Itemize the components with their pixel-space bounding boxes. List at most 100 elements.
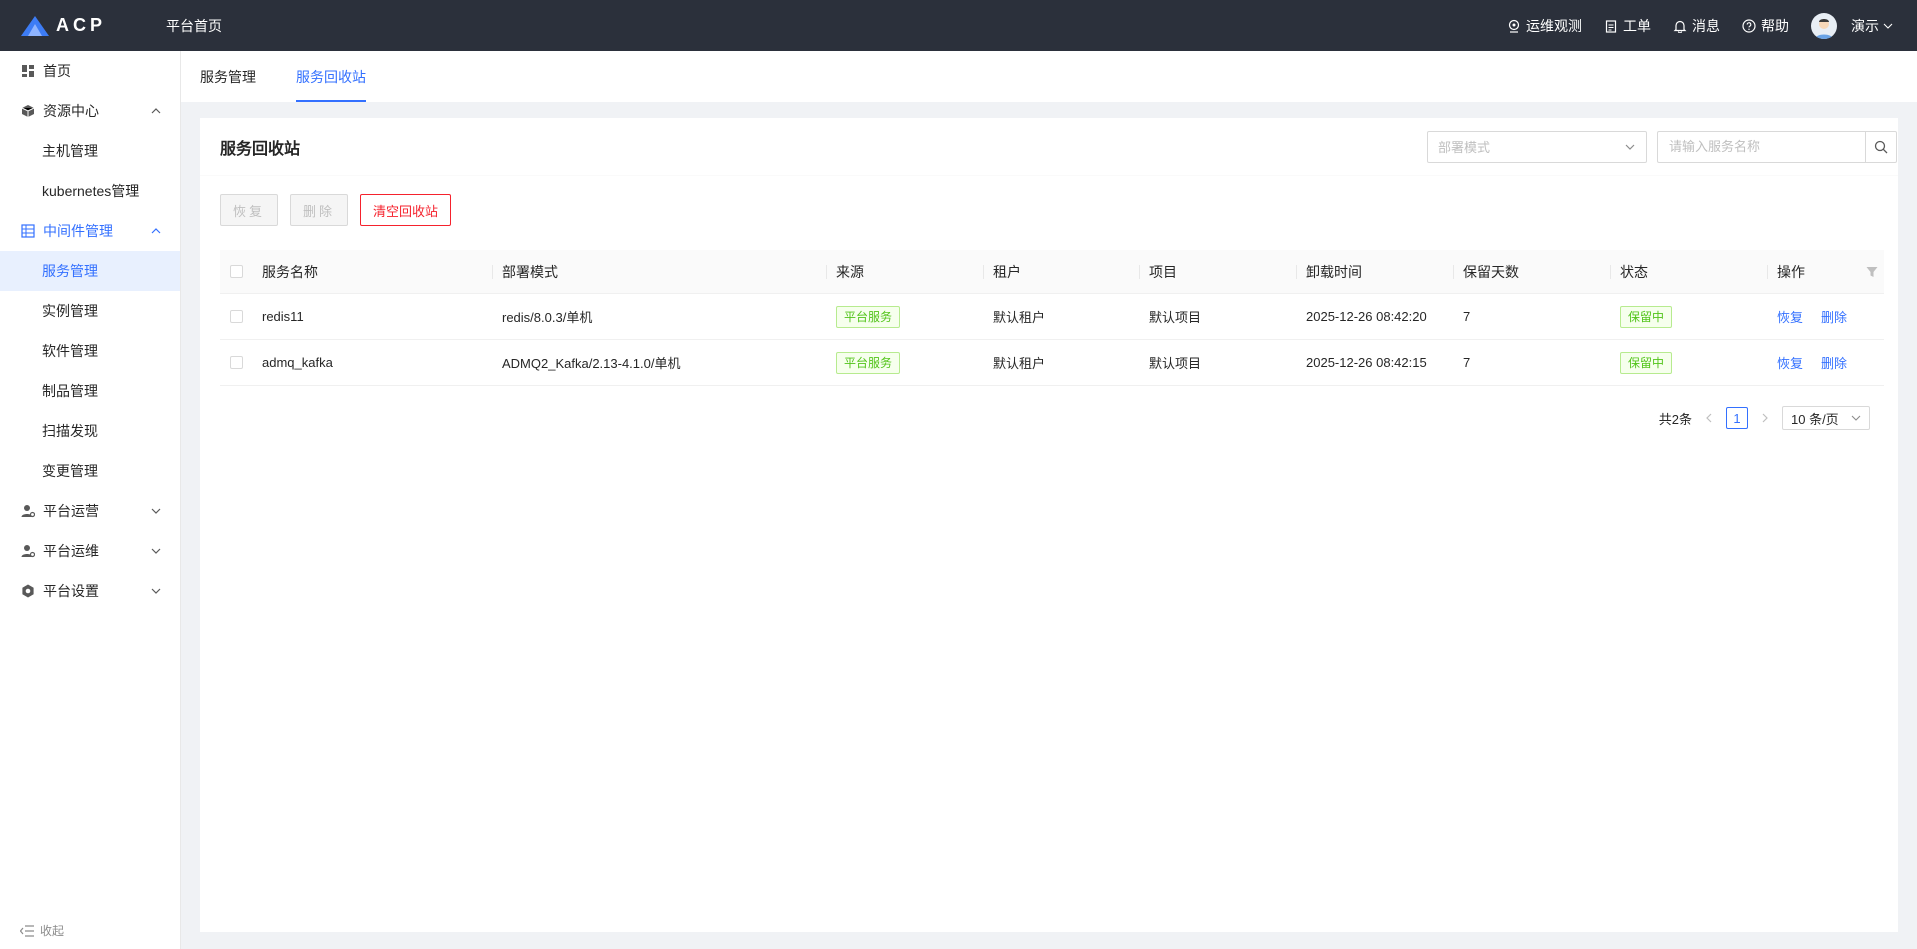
sidebar-item-platform-operation[interactable]: 平台运营 [0,491,180,531]
prev-page-button[interactable] [1702,411,1716,426]
sidebar-item-label: 实例管理 [42,303,98,319]
deploy-mode-select[interactable]: 部署模式 [1427,130,1647,163]
row-restore-link[interactable]: 恢复 [1777,307,1803,326]
sidebar-item-label: 平台设置 [43,583,99,599]
sidebar-item-middleware[interactable]: 中间件管理 [0,211,180,251]
avatar [1811,12,1837,39]
settings-icon [21,584,35,598]
deploy-mode-placeholder: 部署模式 [1438,140,1491,155]
row-restore-link[interactable]: 恢复 [1777,353,1803,372]
cell-uninstall-time: 2025-12-26 08:42:15 [1306,355,1427,370]
sidebar-item-artifact-management[interactable]: 制品管理 [0,371,180,411]
status-badge: 保留中 [1620,351,1673,374]
sidebar-item-change-management[interactable]: 变更管理 [0,451,180,491]
col-header-project: 项目 [1139,262,1296,282]
search-icon [1874,140,1888,153]
collapse-label: 收起 [40,924,65,938]
select-all-checkbox[interactable] [230,265,243,278]
next-page-button[interactable] [1758,411,1772,426]
table-row: admq_kafka ADMQ2_Kafka/2.13-4.1.0/单机 平台服… [220,340,1884,386]
cell-project: 默认项目 [1149,356,1202,371]
page-size-label: 10 条/页 [1791,411,1839,427]
collapse-icon [20,924,34,937]
top-navbar: ACP 平台首页 运维观测 工单 消息 帮助 演示 [0,0,1917,51]
search-button[interactable] [1865,130,1897,163]
col-header-name: 服务名称 [262,263,318,280]
chevron-up-icon [151,108,161,114]
chevron-down-icon [1851,415,1861,421]
tab-service-recycle-bin[interactable]: 服务回收站 [296,51,366,102]
delete-button[interactable]: 删除 [290,194,349,226]
page-size-select[interactable]: 10 条/页 [1782,406,1870,430]
sidebar-item-label: 制品管理 [42,383,98,399]
sidebar-item-kubernetes-management[interactable]: kubernetes管理 [0,171,180,211]
cell-mode: ADMQ2_Kafka/2.13-4.1.0/单机 [502,356,681,371]
sidebar-item-platform-settings[interactable]: 平台设置 [0,571,180,611]
sidebar-item-label: 服务管理 [42,263,98,279]
tab-service-management[interactable]: 服务管理 [200,51,256,102]
sidebar-item-home[interactable]: 首页 [0,51,180,91]
cell-name: redis11 [262,309,304,324]
sidebar-item-software-management[interactable]: 软件管理 [0,331,180,371]
row-checkbox[interactable] [230,310,243,323]
recycle-bin-table: 服务名称 部署模式 来源 租户 项目 卸载时间 保留天数 状态 操作 redis… [220,250,1884,430]
chevron-down-icon [1625,144,1635,150]
page-tabs: 服务管理 服务回收站 [181,51,1917,102]
page-number[interactable]: 1 [1726,407,1748,429]
chevron-down-icon [1883,23,1893,29]
topbar-ops-observe-label: 运维观测 [1526,17,1582,34]
restore-button[interactable]: 恢复 [220,194,279,226]
recycle-bin-card: 服务回收站 部署模式 恢复 删除 清空回收站 服务名称 部署模式 来源 租户 [200,118,1898,932]
topbar-workorder-label: 工单 [1623,17,1651,34]
cube-icon [21,104,35,118]
logo[interactable]: ACP [20,14,166,38]
cell-keep-days: 7 [1463,355,1471,370]
sidebar-collapse-button[interactable]: 收起 [20,922,64,939]
logo-mark-icon [21,15,49,36]
dashboard-icon [21,64,35,78]
sidebar-item-label: 扫描发现 [42,423,98,439]
filter-icon[interactable] [1866,266,1878,278]
service-search [1657,130,1897,163]
platform-home-link[interactable]: 平台首页 [166,16,222,36]
user-gear-icon [21,504,35,518]
clipboard-icon [1605,19,1617,33]
chevron-left-icon [1706,413,1712,422]
cell-tenant: 默认租户 [993,310,1046,325]
topbar-help-label: 帮助 [1761,17,1789,34]
sidebar-item-platform-maintenance[interactable]: 平台运维 [0,531,180,571]
sidebar-item-host-management[interactable]: 主机管理 [0,131,180,171]
sidebar-item-label: 中间件管理 [43,223,113,239]
chevron-down-icon [151,588,161,594]
table-header: 服务名称 部署模式 来源 租户 项目 卸载时间 保留天数 状态 操作 [220,250,1884,294]
sidebar-item-label: 变更管理 [42,463,98,479]
sidebar-item-instance-management[interactable]: 实例管理 [0,291,180,331]
topbar-messages[interactable]: 消息 [1673,16,1720,36]
topbar-help[interactable]: 帮助 [1742,16,1789,36]
sidebar-item-scan-discovery[interactable]: 扫描发现 [0,411,180,451]
row-checkbox[interactable] [230,356,243,369]
row-delete-link[interactable]: 删除 [1821,307,1847,326]
cell-project: 默认项目 [1149,310,1202,325]
sidebar: 首页 资源中心 主机管理 kubernetes管理 中间件管理 服务管理 实例管… [0,51,181,949]
topbar-workorder[interactable]: 工单 [1604,16,1651,36]
search-input[interactable] [1657,130,1865,163]
table-row: redis11 redis/8.0.3/单机 平台服务 默认租户 默认项目 20… [220,294,1884,340]
user-menu[interactable]: 演示 [1811,12,1893,39]
col-header-uninstall-time: 卸载时间 [1296,262,1453,282]
page-title: 服务回收站 [220,140,301,158]
logo-text: ACP [56,15,107,35]
topbar-ops-observe[interactable]: 运维观测 [1507,16,1582,36]
topbar-messages-label: 消息 [1692,17,1720,34]
monitor-icon [1508,19,1520,33]
sidebar-item-service-management[interactable]: 服务管理 [0,251,180,291]
cell-mode: redis/8.0.3/单机 [502,310,593,325]
clear-recycle-bin-button[interactable]: 清空回收站 [360,194,452,226]
sidebar-item-label: 主机管理 [42,143,98,159]
sidebar-item-resource-center[interactable]: 资源中心 [0,91,180,131]
cell-uninstall-time: 2025-12-26 08:42:20 [1306,309,1427,324]
sidebar-item-label: 平台运维 [43,543,99,559]
chevron-down-icon [151,548,161,554]
middleware-icon [21,224,35,238]
row-delete-link[interactable]: 删除 [1821,353,1847,372]
